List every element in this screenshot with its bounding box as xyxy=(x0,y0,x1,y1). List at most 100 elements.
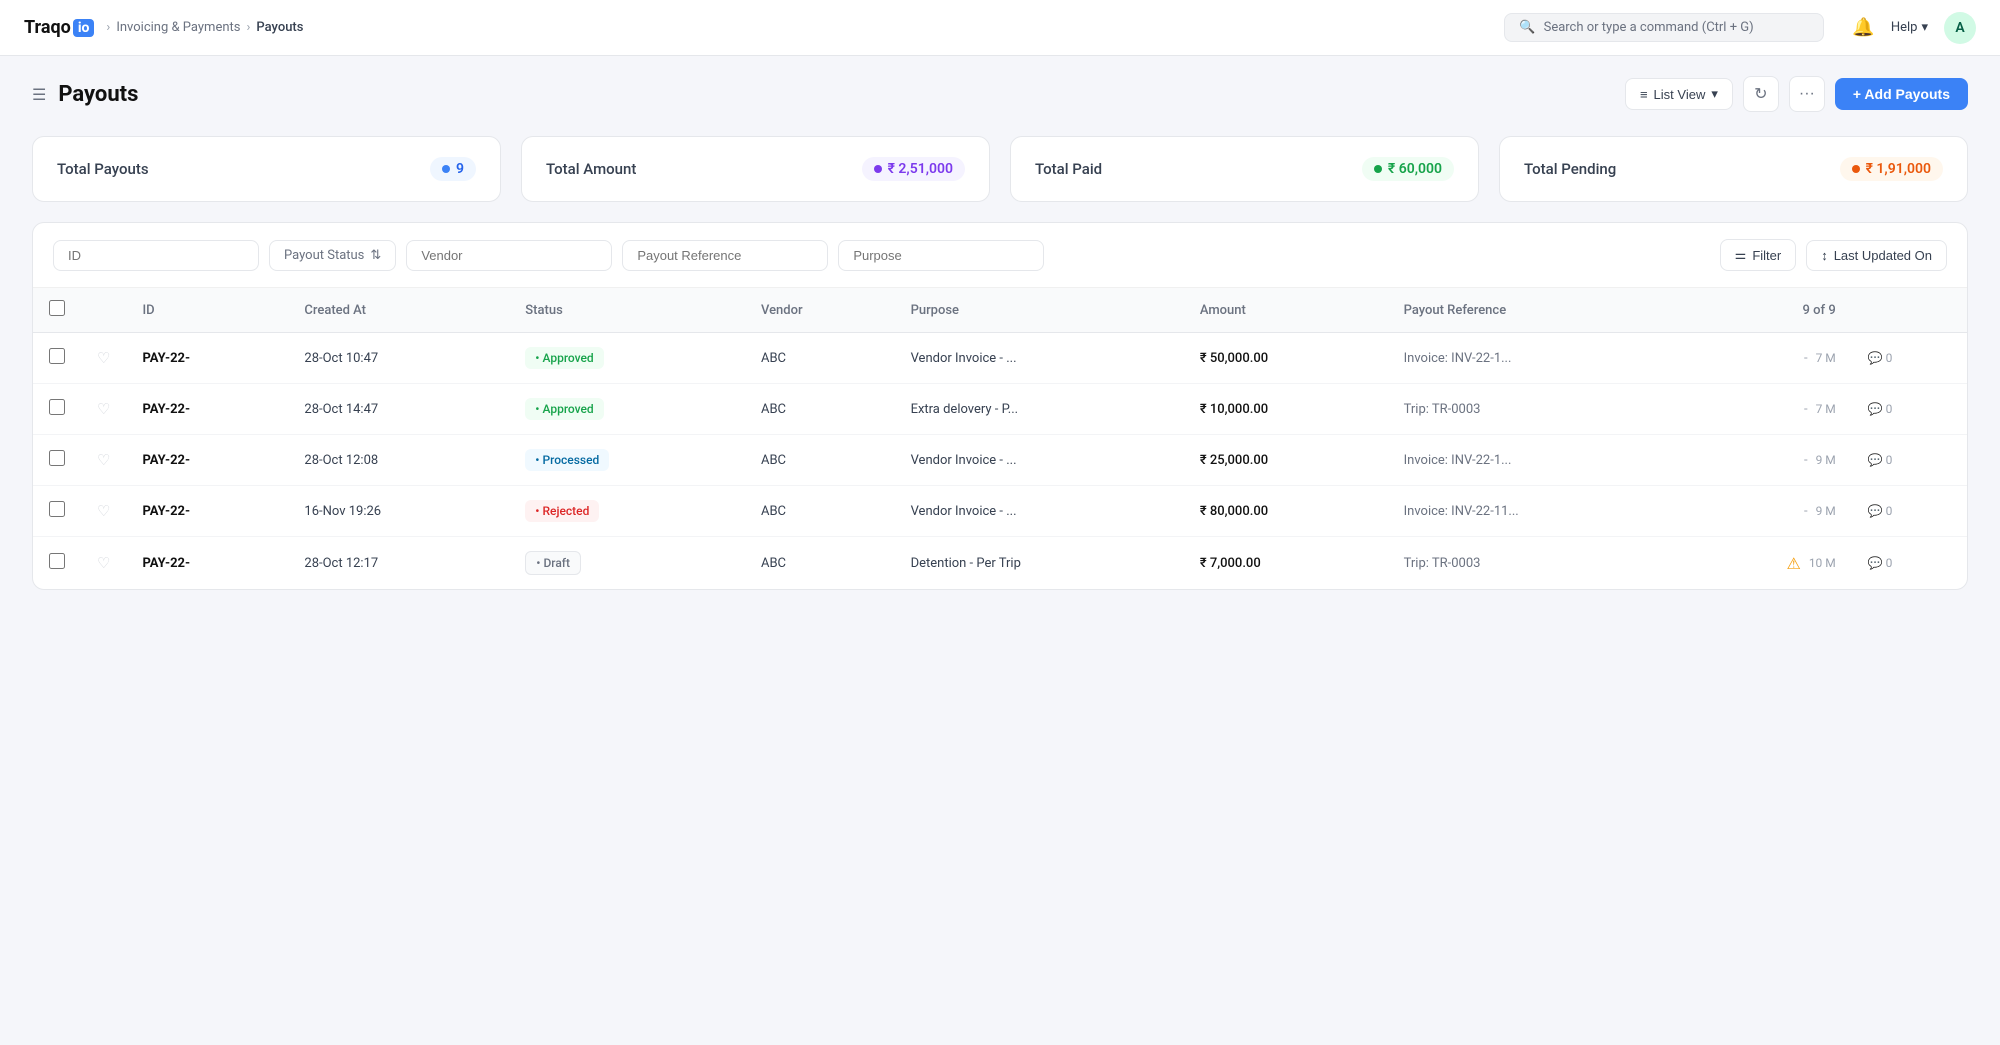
row-reference-4: Trip: TR-0003 xyxy=(1388,537,1687,590)
breadcrumb: › Invoicing & Payments › Payouts xyxy=(106,20,303,35)
list-view-button[interactable]: ≡ List View ▾ xyxy=(1625,78,1733,110)
status-filter[interactable]: Payout Status ⇅ xyxy=(269,240,396,271)
filter-button[interactable]: ⚌ Filter xyxy=(1720,239,1797,271)
row-checkbox-0 xyxy=(33,333,81,384)
row-purpose-3: Vendor Invoice - ... xyxy=(895,486,1184,537)
help-button[interactable]: Help ▾ xyxy=(1891,20,1928,35)
stat-label-1: Total Amount xyxy=(546,160,636,178)
table-header-row: ID Created At Status Vendor Purpose Amou… xyxy=(33,288,1967,333)
row-id-0[interactable]: PAY-22- xyxy=(126,333,288,384)
row-fav-1: ♡ xyxy=(81,384,126,435)
breadcrumb-parent[interactable]: Invoicing & Payments xyxy=(116,20,240,35)
dash-icon-0: - xyxy=(1804,351,1808,366)
row-id-4[interactable]: PAY-22- xyxy=(126,537,288,590)
search-bar[interactable]: 🔍 Search or type a command (Ctrl + G) xyxy=(1504,13,1824,42)
dash-icon-2: - xyxy=(1804,453,1808,468)
stat-badge-3: ₹ 1,91,000 xyxy=(1840,157,1943,181)
menu-icon[interactable]: ☰ xyxy=(32,85,46,104)
row-vendor-1: ABC xyxy=(745,384,895,435)
more-options-button[interactable]: ··· xyxy=(1789,76,1825,112)
id-filter[interactable] xyxy=(53,240,259,271)
row-status-1: • Approved xyxy=(509,384,745,435)
refresh-button[interactable]: ↻ xyxy=(1743,76,1779,112)
list-view-label: List View xyxy=(1654,87,1706,102)
row-comments-3: 💬 0 xyxy=(1852,486,1967,537)
row-checkbox-4 xyxy=(33,537,81,590)
select-all-checkbox[interactable] xyxy=(49,300,65,316)
more-icon: ··· xyxy=(1799,85,1815,103)
chevron-icon: ⇅ xyxy=(370,248,381,263)
table-row: ♡ PAY-22- 28-Oct 12:08 • Processed ABC V… xyxy=(33,435,1967,486)
stat-label-0: Total Payouts xyxy=(57,160,149,178)
row-amount-1: ₹ 10,000.00 xyxy=(1184,384,1388,435)
row-fav-4: ♡ xyxy=(81,537,126,590)
status-badge-2: • Processed xyxy=(525,449,609,471)
row-time-2: - 9 M xyxy=(1687,435,1852,486)
dash-icon-1: - xyxy=(1804,402,1808,417)
comment-icon-4[interactable]: 💬 0 xyxy=(1868,556,1951,570)
row-checkbox-input-1[interactable] xyxy=(49,399,65,415)
time-text-2: 9 M xyxy=(1816,453,1836,467)
dash-icon-3: - xyxy=(1804,504,1808,519)
logo[interactable]: Traqoio xyxy=(24,17,94,38)
row-checkbox-1 xyxy=(33,384,81,435)
row-id-1[interactable]: PAY-22- xyxy=(126,384,288,435)
comment-icon-1[interactable]: 💬 0 xyxy=(1868,402,1951,416)
row-amount-3: ₹ 80,000.00 xyxy=(1184,486,1388,537)
row-comments-2: 💬 0 xyxy=(1852,435,1967,486)
table-row: ♡ PAY-22- 28-Oct 12:17 • Draft ABC Deten… xyxy=(33,537,1967,590)
stat-dot-2 xyxy=(1374,165,1382,173)
status-badge-0: • Approved xyxy=(525,347,603,369)
th-status: Status xyxy=(509,288,745,333)
purpose-filter[interactable] xyxy=(838,240,1044,271)
favorite-icon-0[interactable]: ♡ xyxy=(97,349,110,367)
status-badge-3: • Rejected xyxy=(525,500,599,522)
add-payouts-button[interactable]: + Add Payouts xyxy=(1835,78,1968,110)
row-purpose-1: Extra delovery - P... xyxy=(895,384,1184,435)
row-checkbox-input-3[interactable] xyxy=(49,501,65,517)
row-reference-1: Trip: TR-0003 xyxy=(1388,384,1687,435)
status-badge-1: • Approved xyxy=(525,398,603,420)
logo-text: Traqo xyxy=(24,17,71,38)
th-checkbox xyxy=(33,288,81,333)
row-checkbox-input-0[interactable] xyxy=(49,348,65,364)
stat-card-0: Total Payouts 9 xyxy=(32,136,501,202)
status-badge-4: • Draft xyxy=(525,551,581,575)
add-payouts-label: + Add Payouts xyxy=(1853,86,1950,102)
vendor-filter[interactable] xyxy=(406,240,612,271)
favorite-icon-2[interactable]: ♡ xyxy=(97,451,110,469)
avatar[interactable]: A xyxy=(1944,12,1976,44)
sort-button[interactable]: ↕ Last Updated On xyxy=(1806,240,1947,271)
row-purpose-2: Vendor Invoice - ... xyxy=(895,435,1184,486)
row-checkbox-input-4[interactable] xyxy=(49,553,65,569)
stat-dot-3 xyxy=(1852,165,1860,173)
row-comments-0: 💬 0 xyxy=(1852,333,1967,384)
stat-card-1: Total Amount ₹ 2,51,000 xyxy=(521,136,990,202)
stat-dot-1 xyxy=(874,165,882,173)
status-filter-label: Payout Status xyxy=(284,248,364,263)
comment-icon-0[interactable]: 💬 0 xyxy=(1868,351,1951,365)
row-id-3[interactable]: PAY-22- xyxy=(126,486,288,537)
row-created-1: 28-Oct 14:47 xyxy=(288,384,509,435)
comment-icon-2[interactable]: 💬 0 xyxy=(1868,453,1951,467)
th-actions xyxy=(1852,288,1967,333)
favorite-icon-3[interactable]: ♡ xyxy=(97,502,110,520)
bell-icon[interactable]: 🔔 xyxy=(1852,17,1874,38)
stat-card-3: Total Pending ₹ 1,91,000 xyxy=(1499,136,1968,202)
row-time-4: ⚠ 10 M xyxy=(1687,537,1852,590)
favorite-icon-1[interactable]: ♡ xyxy=(97,400,110,418)
time-text-0: 7 M xyxy=(1816,351,1836,365)
stat-card-2: Total Paid ₹ 60,000 xyxy=(1010,136,1479,202)
row-created-3: 16-Nov 19:26 xyxy=(288,486,509,537)
row-id-2[interactable]: PAY-22- xyxy=(126,435,288,486)
row-checkbox-2 xyxy=(33,435,81,486)
row-checkbox-input-2[interactable] xyxy=(49,450,65,466)
sort-icon: ↕ xyxy=(1821,248,1828,263)
search-icon: 🔍 xyxy=(1519,20,1535,35)
filter-row: Payout Status ⇅ ⚌ Filter ↕ Last Updated … xyxy=(33,223,1967,288)
comment-icon-3[interactable]: 💬 0 xyxy=(1868,504,1951,518)
favorite-icon-4[interactable]: ♡ xyxy=(97,554,110,572)
reference-filter[interactable] xyxy=(622,240,828,271)
filter-label: Filter xyxy=(1752,248,1781,263)
filter-right: ⚌ Filter ↕ Last Updated On xyxy=(1720,239,1947,271)
